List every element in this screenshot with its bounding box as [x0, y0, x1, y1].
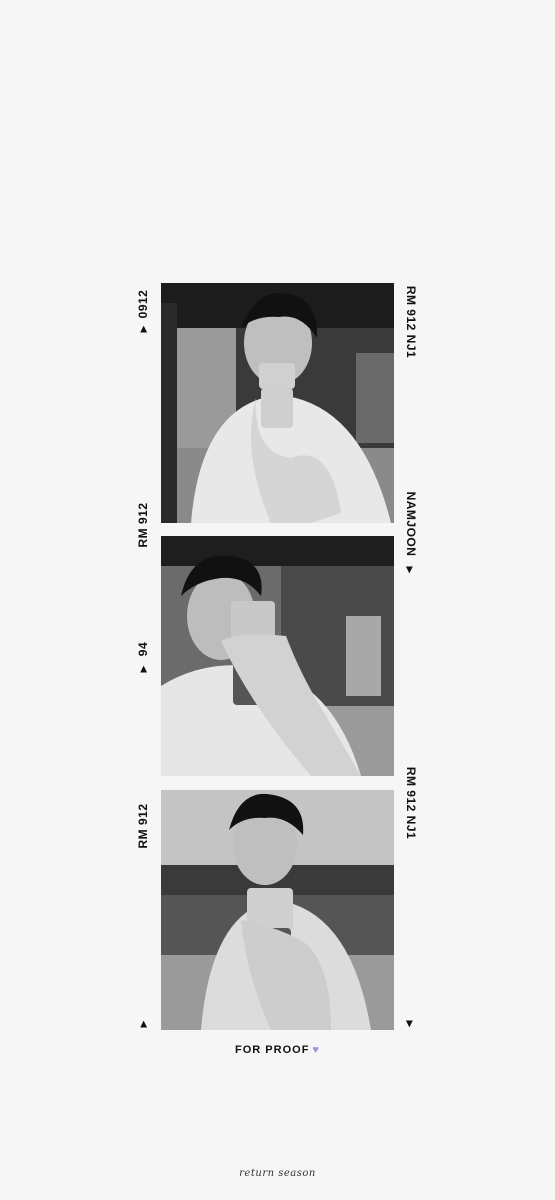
photo-2-image [161, 536, 394, 776]
label-left-94: 94 [136, 641, 150, 657]
photo-2 [161, 536, 394, 776]
marker-right-bottom: ▶ [405, 1020, 415, 1028]
label-left-rm912-2: RM 912 [136, 803, 150, 849]
heart-icon: ♥ [312, 1044, 320, 1056]
label-right-rm912-nj1-1: RM 912 NJ1 [404, 285, 418, 359]
label-left-0912: 0912 [136, 289, 150, 319]
label-right-namjoon: NAMJOON [404, 491, 418, 557]
photo-3-image [161, 790, 394, 1030]
photo-3 [161, 790, 394, 1030]
marker-left-bottom: ▶ [138, 1020, 148, 1028]
photo-1-image [161, 283, 394, 523]
caption: FOR PROOF ♥ [0, 1044, 555, 1056]
caption-text: FOR PROOF [235, 1044, 310, 1056]
signature: return season [239, 1168, 316, 1179]
label-right-rm912-nj1-2: RM 912 NJ1 [404, 766, 418, 840]
photo-1 [161, 283, 394, 523]
marker-right-mid: ▶ [405, 566, 415, 574]
